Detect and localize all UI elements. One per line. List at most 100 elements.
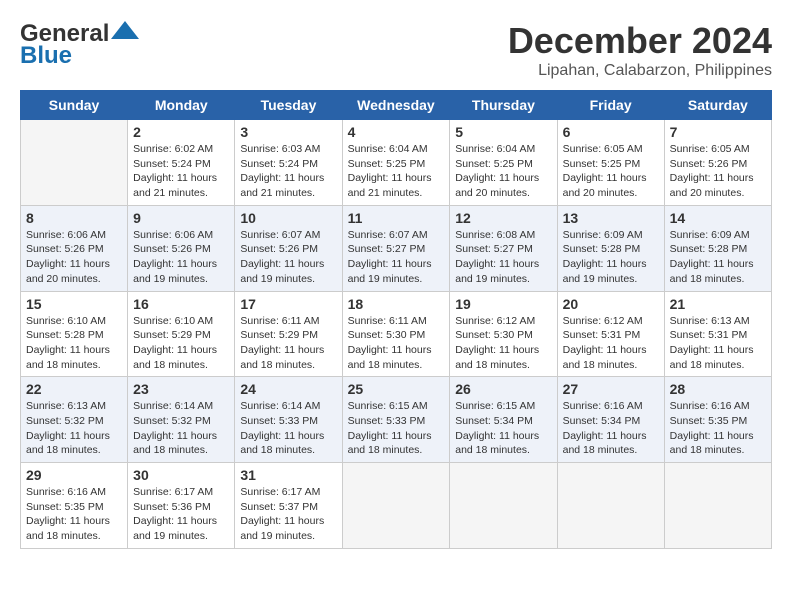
daylight: Daylight: 11 hours and 18 minutes.: [455, 430, 539, 457]
logo-blue: Blue: [20, 42, 72, 70]
day-number: 25: [348, 381, 445, 397]
daylight: Daylight: 11 hours and 19 minutes.: [240, 515, 324, 542]
sunset: Sunset: 5:30 PM: [455, 329, 533, 341]
daylight: Daylight: 11 hours and 18 minutes.: [348, 430, 432, 457]
header-wednesday: Wednesday: [342, 91, 450, 120]
table-row: 20 Sunrise: 6:12 AM Sunset: 5:31 PM Dayl…: [557, 291, 664, 377]
sunrise: Sunrise: 6:16 AM: [26, 486, 106, 498]
sunrise: Sunrise: 6:15 AM: [348, 400, 428, 412]
sunset: Sunset: 5:28 PM: [670, 243, 748, 255]
sunset: Sunset: 5:31 PM: [670, 329, 748, 341]
calendar-table: Sunday Monday Tuesday Wednesday Thursday…: [20, 90, 772, 549]
table-row: 30 Sunrise: 6:17 AM Sunset: 5:36 PM Dayl…: [128, 463, 235, 549]
sunset: Sunset: 5:31 PM: [563, 329, 641, 341]
table-row: 24 Sunrise: 6:14 AM Sunset: 5:33 PM Dayl…: [235, 377, 342, 463]
daylight: Daylight: 11 hours and 18 minutes.: [240, 430, 324, 457]
table-row: 17 Sunrise: 6:11 AM Sunset: 5:29 PM Dayl…: [235, 291, 342, 377]
sunrise: Sunrise: 6:06 AM: [26, 229, 106, 241]
day-number: 22: [26, 381, 122, 397]
table-row: 31 Sunrise: 6:17 AM Sunset: 5:37 PM Dayl…: [235, 463, 342, 549]
day-number: 19: [455, 296, 551, 312]
table-row: 15 Sunrise: 6:10 AM Sunset: 5:28 PM Dayl…: [21, 291, 128, 377]
table-row: 19 Sunrise: 6:12 AM Sunset: 5:30 PM Dayl…: [450, 291, 557, 377]
table-row: [342, 463, 450, 549]
header-thursday: Thursday: [450, 91, 557, 120]
table-row: [557, 463, 664, 549]
sunrise: Sunrise: 6:07 AM: [240, 229, 320, 241]
day-number: 29: [26, 467, 122, 483]
table-row: 11 Sunrise: 6:07 AM Sunset: 5:27 PM Dayl…: [342, 205, 450, 291]
daylight: Daylight: 11 hours and 19 minutes.: [240, 258, 324, 285]
daylight: Daylight: 11 hours and 19 minutes.: [133, 515, 217, 542]
sunrise: Sunrise: 6:05 AM: [563, 143, 643, 155]
daylight: Daylight: 11 hours and 21 minutes.: [133, 172, 217, 199]
header-friday: Friday: [557, 91, 664, 120]
daylight: Daylight: 11 hours and 18 minutes.: [670, 258, 754, 285]
day-number: 4: [348, 124, 445, 140]
sunrise: Sunrise: 6:17 AM: [240, 486, 320, 498]
sunset: Sunset: 5:34 PM: [455, 415, 533, 427]
sunset: Sunset: 5:28 PM: [26, 329, 104, 341]
table-row: 5 Sunrise: 6:04 AM Sunset: 5:25 PM Dayli…: [450, 120, 557, 206]
daylight: Daylight: 11 hours and 19 minutes.: [348, 258, 432, 285]
sunset: Sunset: 5:32 PM: [26, 415, 104, 427]
daylight: Daylight: 11 hours and 19 minutes.: [455, 258, 539, 285]
table-row: 22 Sunrise: 6:13 AM Sunset: 5:32 PM Dayl…: [21, 377, 128, 463]
table-row: 6 Sunrise: 6:05 AM Sunset: 5:25 PM Dayli…: [557, 120, 664, 206]
sunset: Sunset: 5:26 PM: [133, 243, 211, 255]
table-row: 21 Sunrise: 6:13 AM Sunset: 5:31 PM Dayl…: [664, 291, 771, 377]
sunset: Sunset: 5:28 PM: [563, 243, 641, 255]
sunset: Sunset: 5:37 PM: [240, 501, 318, 513]
sunset: Sunset: 5:25 PM: [563, 158, 641, 170]
sunset: Sunset: 5:33 PM: [240, 415, 318, 427]
day-number: 28: [670, 381, 766, 397]
sunrise: Sunrise: 6:17 AM: [133, 486, 213, 498]
sunrise: Sunrise: 6:13 AM: [26, 400, 106, 412]
daylight: Daylight: 11 hours and 18 minutes.: [670, 344, 754, 371]
table-row: 14 Sunrise: 6:09 AM Sunset: 5:28 PM Dayl…: [664, 205, 771, 291]
day-number: 15: [26, 296, 122, 312]
sunset: Sunset: 5:24 PM: [240, 158, 318, 170]
table-row: [450, 463, 557, 549]
sunrise: Sunrise: 6:12 AM: [455, 315, 535, 327]
table-row: 29 Sunrise: 6:16 AM Sunset: 5:35 PM Dayl…: [21, 463, 128, 549]
daylight: Daylight: 11 hours and 20 minutes.: [455, 172, 539, 199]
day-number: 14: [670, 210, 766, 226]
day-number: 6: [563, 124, 659, 140]
location: Lipahan, Calabarzon, Philippines: [508, 62, 772, 80]
calendar-week-row: 8 Sunrise: 6:06 AM Sunset: 5:26 PM Dayli…: [21, 205, 772, 291]
sunset: Sunset: 5:29 PM: [133, 329, 211, 341]
day-number: 2: [133, 124, 229, 140]
sunrise: Sunrise: 6:06 AM: [133, 229, 213, 241]
table-row: 9 Sunrise: 6:06 AM Sunset: 5:26 PM Dayli…: [128, 205, 235, 291]
daylight: Daylight: 11 hours and 18 minutes.: [133, 430, 217, 457]
daylight: Daylight: 11 hours and 19 minutes.: [563, 258, 647, 285]
sunrise: Sunrise: 6:16 AM: [563, 400, 643, 412]
day-number: 3: [240, 124, 336, 140]
daylight: Daylight: 11 hours and 18 minutes.: [133, 344, 217, 371]
header-monday: Monday: [128, 91, 235, 120]
calendar-header-row: Sunday Monday Tuesday Wednesday Thursday…: [21, 91, 772, 120]
daylight: Daylight: 11 hours and 18 minutes.: [670, 430, 754, 457]
day-number: 11: [348, 210, 445, 226]
table-row: 8 Sunrise: 6:06 AM Sunset: 5:26 PM Dayli…: [21, 205, 128, 291]
calendar-week-row: 2 Sunrise: 6:02 AM Sunset: 5:24 PM Dayli…: [21, 120, 772, 206]
sunrise: Sunrise: 6:09 AM: [670, 229, 750, 241]
calendar-week-row: 22 Sunrise: 6:13 AM Sunset: 5:32 PM Dayl…: [21, 377, 772, 463]
sunrise: Sunrise: 6:10 AM: [26, 315, 106, 327]
daylight: Daylight: 11 hours and 18 minutes.: [240, 344, 324, 371]
sunset: Sunset: 5:26 PM: [26, 243, 104, 255]
table-row: 16 Sunrise: 6:10 AM Sunset: 5:29 PM Dayl…: [128, 291, 235, 377]
logo: General Blue: [20, 20, 139, 70]
sunrise: Sunrise: 6:14 AM: [133, 400, 213, 412]
sunset: Sunset: 5:35 PM: [26, 501, 104, 513]
sunset: Sunset: 5:32 PM: [133, 415, 211, 427]
sunset: Sunset: 5:30 PM: [348, 329, 426, 341]
day-number: 31: [240, 467, 336, 483]
header-sunday: Sunday: [21, 91, 128, 120]
day-number: 18: [348, 296, 445, 312]
sunrise: Sunrise: 6:07 AM: [348, 229, 428, 241]
sunset: Sunset: 5:27 PM: [455, 243, 533, 255]
daylight: Daylight: 11 hours and 20 minutes.: [563, 172, 647, 199]
daylight: Daylight: 11 hours and 18 minutes.: [26, 430, 110, 457]
